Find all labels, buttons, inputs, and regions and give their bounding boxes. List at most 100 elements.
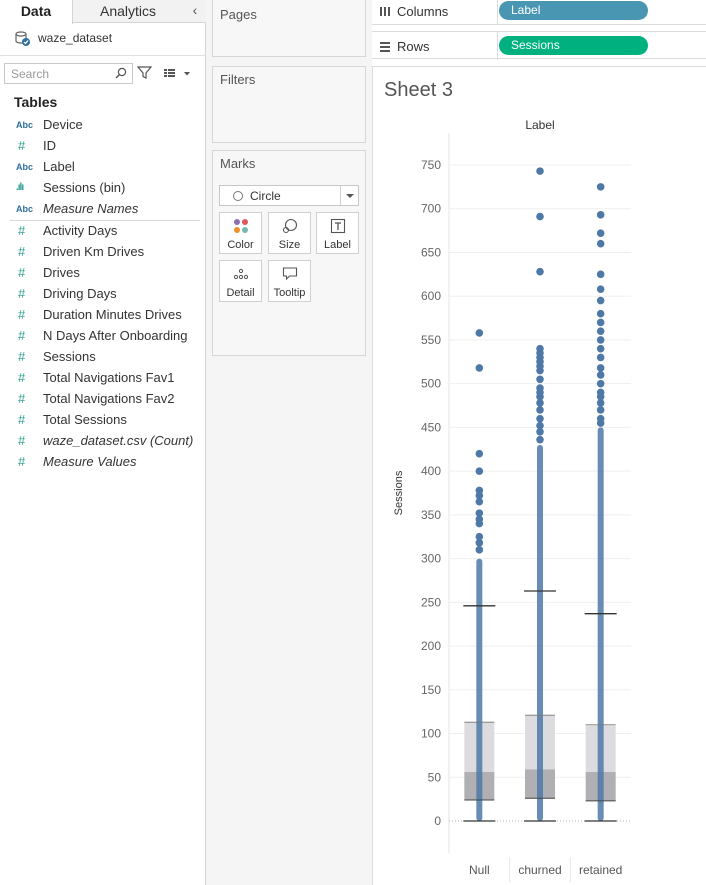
data-point (596, 327, 605, 335)
rows-icon (380, 41, 390, 52)
divider (0, 55, 206, 56)
dimension-field[interactable]: Abc Device (0, 114, 200, 135)
data-point (596, 353, 605, 362)
measure-field[interactable]: # Driven Km Drives (0, 241, 200, 262)
data-point (596, 318, 605, 327)
columns-shelf[interactable]: Columns Label (372, 0, 706, 25)
data-point (475, 364, 484, 372)
marks-card-title: Marks (220, 156, 256, 171)
column-header: Label (525, 118, 554, 132)
detail-icon (233, 268, 249, 280)
string-type-icon: Abc (16, 119, 34, 130)
pages-card[interactable]: Pages (212, 0, 366, 57)
filter-icon[interactable] (137, 65, 152, 80)
tooltip-button-label: Tooltip (273, 287, 306, 299)
bin-type-icon: .ılı (16, 182, 24, 193)
filters-card[interactable]: Filters (212, 66, 366, 143)
field-name: Driven Km Drives (43, 244, 145, 259)
data-point (596, 414, 605, 423)
y-tick-label: 650 (421, 245, 441, 259)
view-options-icon[interactable] (163, 66, 191, 80)
tooltip-button[interactable]: Tooltip (268, 260, 311, 302)
field-name: Total Navigations Fav1 (43, 370, 175, 385)
measure-field[interactable]: # Measure Values (0, 451, 200, 472)
dimension-field[interactable]: .ılı Sessions (bin) (0, 177, 200, 198)
y-tick-label: 350 (421, 508, 441, 522)
measure-field[interactable]: # Drives (0, 262, 200, 283)
number-type-icon: # (18, 223, 26, 238)
field-name: Total Sessions (43, 412, 127, 427)
y-tick-label: 300 (421, 552, 441, 566)
search-field[interactable] (4, 63, 133, 84)
rows-pill-sessions[interactable]: Sessions (499, 36, 648, 55)
data-point (536, 375, 544, 384)
dimension-field[interactable]: Abc Label (0, 156, 200, 177)
size-icon (282, 218, 298, 234)
y-tick-label: 550 (421, 333, 441, 347)
tab-analytics[interactable]: Analytics (73, 0, 183, 23)
rows-shelf[interactable]: Rows Sessions (372, 31, 706, 60)
columns-icon (380, 6, 390, 16)
detail-button[interactable]: Detail (219, 260, 262, 302)
chevron-left-icon[interactable]: ‹ (186, 2, 204, 20)
dimension-field[interactable]: # ID (0, 135, 200, 156)
measure-field[interactable]: # Sessions (0, 346, 200, 367)
data-point (536, 267, 544, 276)
y-tick-label: 100 (421, 727, 441, 741)
field-name: Device (43, 117, 83, 132)
tooltip-icon (282, 267, 298, 281)
data-point (536, 414, 544, 423)
data-point (536, 435, 544, 444)
chart[interactable]: Label 0 50 100 150 200 250 300 350 400 450 500 550 60… (373, 67, 706, 885)
x-category-label: churned (518, 863, 561, 877)
columns-label: Columns (397, 3, 449, 19)
filters-card-title: Filters (220, 72, 256, 87)
size-button[interactable]: Size (268, 212, 311, 254)
measure-field[interactable]: # Total Navigations Fav1 (0, 367, 200, 388)
measure-field[interactable]: # Activity Days (0, 220, 200, 241)
measure-field[interactable]: # Total Navigations Fav2 (0, 388, 200, 409)
measure-field[interactable]: # Driving Days (0, 283, 200, 304)
measure-field[interactable]: # N Days After Onboarding (0, 325, 200, 346)
data-points-dense (476, 558, 483, 821)
search-input[interactable] (5, 64, 105, 83)
color-button-label: Color (227, 239, 254, 251)
color-button[interactable]: Color (219, 212, 262, 254)
data-point (536, 384, 544, 392)
field-name: Measure Values (43, 454, 137, 469)
number-type-icon: # (18, 433, 26, 448)
columns-pill-label[interactable]: Label (499, 1, 648, 20)
mark-type-dropdown[interactable]: Circle (219, 185, 359, 206)
measure-field[interactable]: # waze_dataset.csv (Count) (0, 430, 200, 451)
chevron-down-icon (340, 186, 358, 205)
string-type-icon: Abc (16, 161, 34, 172)
measure-field[interactable]: # Total Sessions (0, 409, 200, 430)
data-point (596, 296, 605, 305)
field-name: Measure Names (43, 201, 139, 216)
worksheet: Sheet 3 Label 0 50 100 150 200 250 300 350 400 450… (372, 66, 706, 885)
data-point (596, 379, 605, 388)
data-point (536, 421, 544, 430)
field-name: Label (43, 159, 75, 174)
y-tick-label: 750 (421, 158, 441, 172)
label-button[interactable]: Label (316, 212, 359, 254)
datasource-icon (15, 30, 30, 46)
data-point (596, 371, 605, 379)
datasource-item[interactable]: waze_dataset (14, 29, 112, 47)
data-point (536, 344, 544, 353)
data-point (596, 364, 605, 372)
pages-card-title: Pages (220, 7, 257, 22)
tab-data[interactable]: Data (0, 0, 73, 24)
data-point (596, 183, 605, 191)
field-name: waze_dataset.csv (Count) (43, 433, 194, 448)
number-type-icon: # (18, 454, 26, 469)
tables-heading: Tables (14, 94, 58, 110)
y-axis-title: Sessions (393, 470, 405, 515)
y-tick-label: 400 (421, 464, 441, 478)
mark-type-value: Circle (250, 189, 281, 203)
color-icon (234, 219, 248, 233)
measure-field[interactable]: # Duration Minutes Drives (0, 304, 200, 325)
dimension-field[interactable]: Abc Measure Names (0, 198, 200, 219)
rows-shelf-label: Rows (372, 32, 498, 60)
y-tick-label: 50 (428, 770, 442, 784)
